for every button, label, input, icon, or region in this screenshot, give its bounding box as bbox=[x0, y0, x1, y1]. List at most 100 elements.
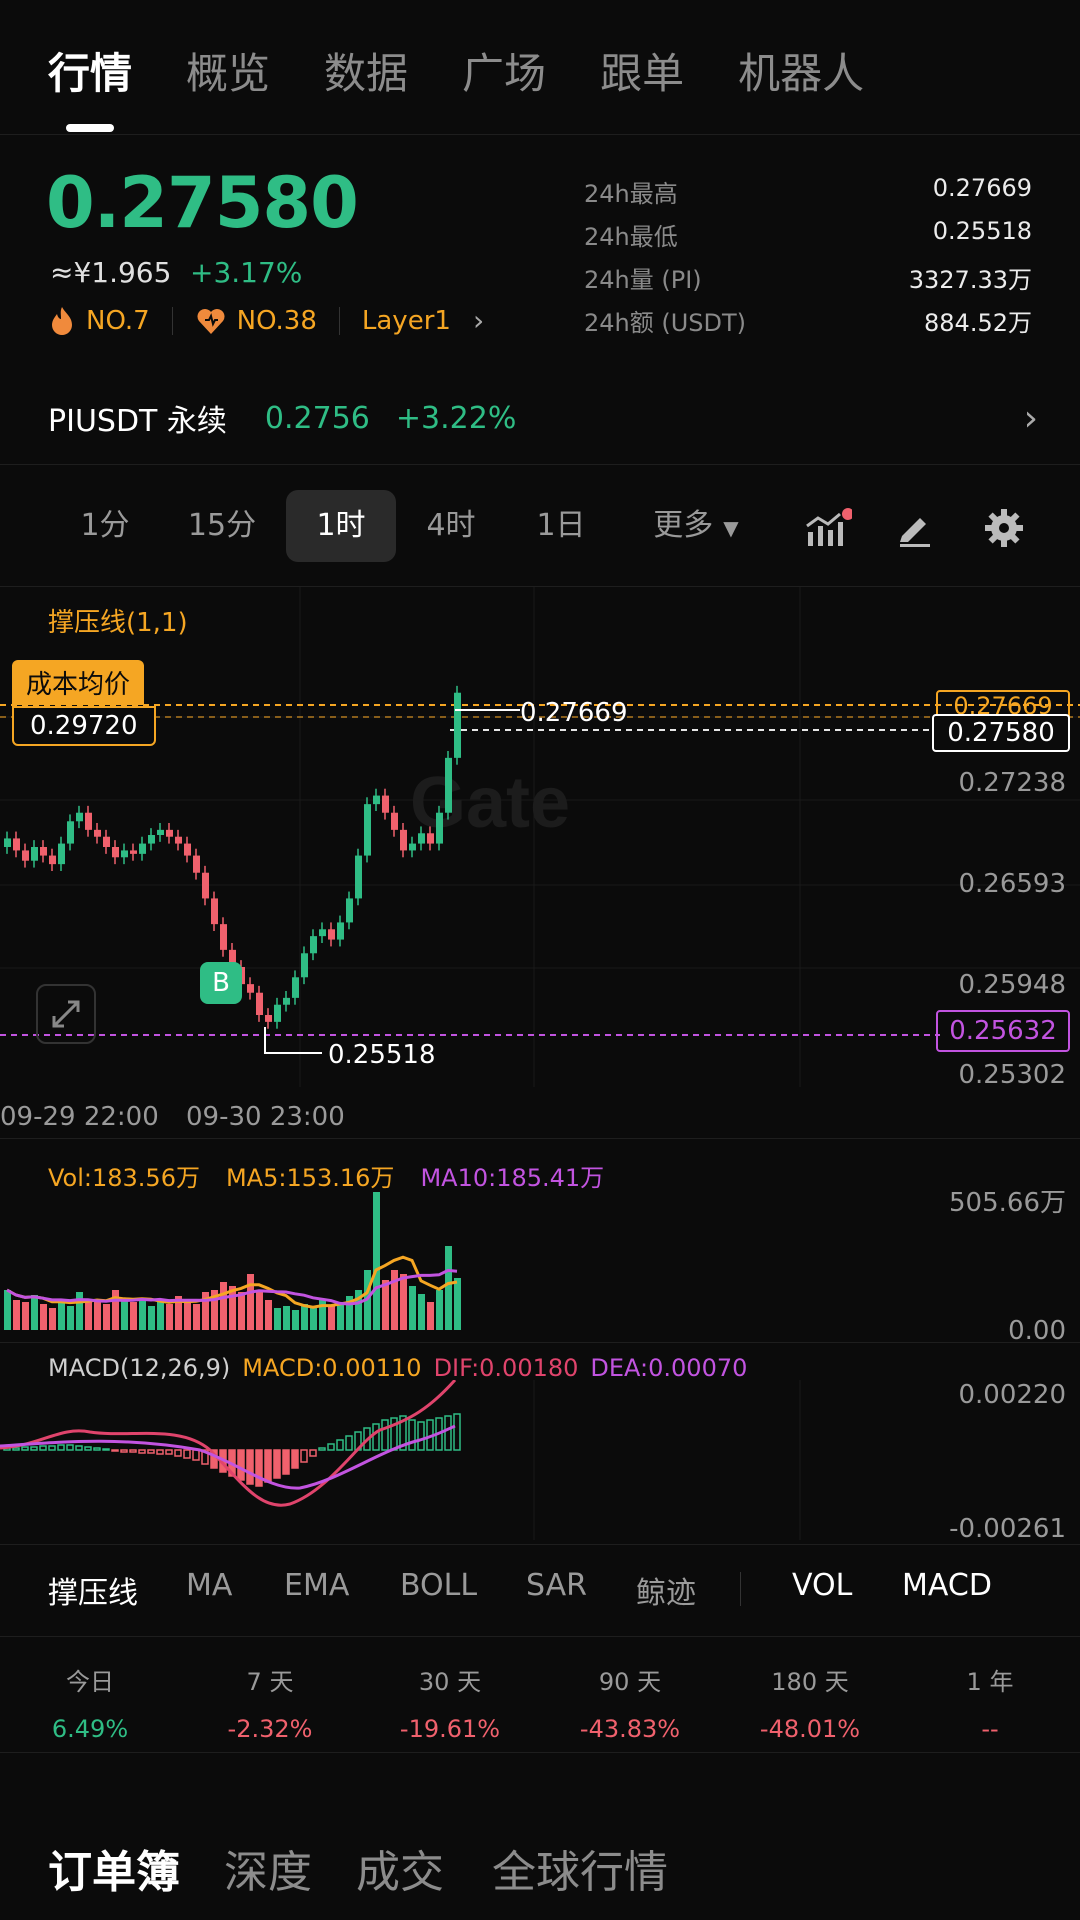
indicator-icon[interactable] bbox=[804, 508, 852, 548]
volume-bar bbox=[265, 1300, 272, 1330]
volume-bar bbox=[94, 1302, 101, 1330]
chevron-right-icon[interactable]: › bbox=[473, 304, 484, 337]
macd-legend: MACD(12,26,9) MACD:0.00110 DIF:0.00180 D… bbox=[48, 1354, 747, 1382]
candle-body bbox=[292, 977, 299, 998]
tf-1d[interactable]: 1日 bbox=[516, 490, 606, 562]
candle-body bbox=[310, 936, 317, 954]
tf-1h[interactable]: 1时 bbox=[286, 490, 396, 562]
volume-bar bbox=[247, 1274, 254, 1330]
draw-icon[interactable] bbox=[894, 508, 934, 548]
macd-bar bbox=[138, 1449, 146, 1454]
candle-body bbox=[283, 997, 290, 1005]
tab-overview[interactable]: 概览 bbox=[186, 40, 270, 101]
sector-tag[interactable]: Layer1 bbox=[362, 306, 451, 336]
cost-average-value: 0.29720 bbox=[12, 706, 156, 746]
fullscreen-icon[interactable] bbox=[36, 984, 96, 1044]
caret-down-icon: ▼ bbox=[723, 516, 739, 540]
volume-bar bbox=[49, 1308, 56, 1330]
candle-body bbox=[76, 812, 83, 822]
volume-bar bbox=[373, 1192, 380, 1330]
volume-bar bbox=[310, 1308, 317, 1330]
candle-body bbox=[112, 847, 119, 858]
tab-order-book[interactable]: 订单簿 bbox=[48, 1836, 180, 1900]
macd-bar bbox=[255, 1449, 263, 1487]
support-resistance-label[interactable]: 撑压线(1,1) bbox=[48, 602, 188, 639]
volume-bar bbox=[238, 1292, 245, 1330]
tab-trades[interactable]: 成交 bbox=[356, 1836, 444, 1900]
indicator-ema[interactable]: EMA bbox=[284, 1568, 349, 1603]
candle-body bbox=[121, 850, 128, 858]
perf-1y: 1 年 -- bbox=[966, 1668, 1014, 1743]
fav-rank[interactable]: NO.38 bbox=[237, 306, 317, 336]
candle-body bbox=[319, 929, 326, 937]
tab-depth[interactable]: 深度 bbox=[224, 1836, 312, 1900]
heart-icon bbox=[197, 308, 225, 334]
candle-body bbox=[139, 843, 146, 854]
tf-more[interactable]: 更多 ▼ bbox=[636, 490, 756, 562]
indicator-ma[interactable]: MA bbox=[186, 1568, 232, 1603]
volume-bar bbox=[4, 1290, 11, 1330]
candle-body bbox=[364, 804, 371, 856]
indicator-vol[interactable]: VOL bbox=[792, 1568, 852, 1603]
macd-chart bbox=[0, 1380, 801, 1540]
candle-body bbox=[337, 922, 344, 940]
settings-gear-icon[interactable] bbox=[982, 506, 1026, 550]
candle-body bbox=[184, 843, 191, 856]
volume-bar bbox=[454, 1278, 461, 1330]
candle-body bbox=[274, 1004, 281, 1022]
macd-label: MACD(12,26,9) bbox=[48, 1354, 231, 1382]
candle-body bbox=[67, 821, 74, 844]
tab-data[interactable]: 数据 bbox=[324, 40, 408, 101]
y-tick: 0.27238 bbox=[958, 768, 1066, 798]
macd-bar bbox=[444, 1415, 452, 1451]
volume-bar bbox=[283, 1306, 290, 1330]
macd-bar bbox=[183, 1449, 191, 1459]
y-tick: 0.25948 bbox=[958, 970, 1066, 1000]
y-tick: 0.25302 bbox=[958, 1060, 1066, 1090]
macd-bar bbox=[102, 1448, 110, 1451]
candle-body bbox=[391, 812, 398, 830]
tab-square[interactable]: 广场 bbox=[462, 40, 546, 101]
perp-row[interactable]: PIUSDT 永续 0.2756 +3.22% › bbox=[48, 398, 1038, 440]
candle-body bbox=[382, 795, 389, 813]
tab-copy-trade[interactable]: 跟单 bbox=[600, 40, 684, 101]
candle-body bbox=[31, 847, 38, 861]
tab-bot[interactable]: 机器人 bbox=[738, 40, 864, 101]
volume-bar bbox=[409, 1286, 416, 1330]
macd-bar bbox=[84, 1446, 92, 1451]
buy-marker[interactable]: B bbox=[200, 962, 242, 1004]
candle-body bbox=[436, 812, 443, 844]
hot-rank[interactable]: NO.7 bbox=[86, 306, 150, 336]
volume-bar bbox=[166, 1304, 173, 1330]
indicator-whale[interactable]: 鲸迹 bbox=[636, 1568, 696, 1612]
macd-bar bbox=[21, 1446, 29, 1451]
divider bbox=[0, 1636, 1080, 1637]
indicator-boll[interactable]: BOLL bbox=[400, 1568, 477, 1603]
macd-y-min: -0.00261 bbox=[949, 1514, 1066, 1544]
macd-bar bbox=[66, 1444, 74, 1451]
dif-value: DIF:0.00180 bbox=[433, 1354, 579, 1382]
active-tab-indicator bbox=[66, 124, 114, 132]
candle-body bbox=[40, 847, 47, 856]
macd-bar bbox=[237, 1449, 245, 1481]
tab-global-market[interactable]: 全球行情 bbox=[492, 1836, 668, 1900]
tf-1m[interactable]: 1分 bbox=[60, 490, 150, 562]
volume-bar bbox=[220, 1282, 227, 1330]
volume-bar bbox=[67, 1306, 74, 1330]
macd-bar bbox=[75, 1445, 83, 1451]
watermark-text: Gate bbox=[410, 763, 570, 843]
indicator-sar[interactable]: SAR bbox=[526, 1568, 587, 1603]
candle-body bbox=[13, 838, 20, 851]
volume-bar bbox=[121, 1298, 128, 1330]
tab-market[interactable]: 行情 bbox=[48, 40, 132, 101]
candle-body bbox=[373, 795, 380, 805]
dea-value: DEA:0.00070 bbox=[590, 1354, 748, 1382]
candle-body bbox=[247, 984, 254, 993]
volume-bar bbox=[400, 1274, 407, 1330]
tf-4h[interactable]: 4时 bbox=[406, 490, 496, 562]
tf-15m[interactable]: 15分 bbox=[172, 490, 272, 562]
indicator-support-resistance[interactable]: 撑压线 bbox=[48, 1568, 138, 1612]
candle-body bbox=[49, 855, 56, 865]
indicator-macd[interactable]: MACD bbox=[902, 1568, 992, 1603]
candle-body bbox=[400, 829, 407, 851]
